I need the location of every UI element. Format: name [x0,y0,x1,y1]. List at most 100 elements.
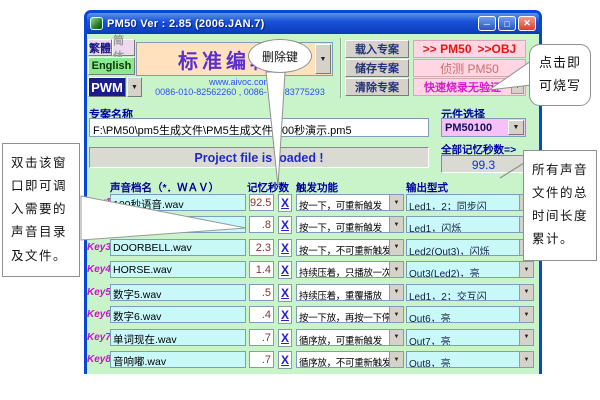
wav-filename-field[interactable]: HORSE.wav [110,261,246,278]
table-row: Key3 DOORBELL.wav 2.3 X 按一下，不可重新触发 ▼ Led… [87,238,539,260]
clear-project-button[interactable]: 清除专案 [345,78,409,96]
chevron-down-icon[interactable]: ▼ [389,195,403,210]
compile-buttons[interactable]: >> PM50 >>OBJ [413,40,526,58]
output-type-value: Led1，闪烁 [407,217,519,232]
memory-seconds-field: 92.5 [249,194,274,211]
output-type-select[interactable]: Led1，2；同步闪 ▼ [406,194,534,211]
output-type-value: Out3(Led2)，亮 [407,262,519,277]
lang-traditional-button[interactable]: 繁體 [88,39,112,56]
chevron-down-icon[interactable]: ▼ [389,240,403,255]
chevron-down-icon[interactable]: ▼ [519,352,533,367]
chevron-down-icon[interactable]: ▼ [519,285,533,300]
trigger-function-select[interactable]: 持续压着，重覆播放 ▼ [296,284,404,301]
delete-key-button[interactable]: X [278,216,292,234]
key-rows: Key1 100秒语音.wav 92.5 X 按一下，可重新触发 ▼ Led1，… [87,193,539,373]
key-label: Key7 [87,332,110,343]
delete-key-button[interactable]: X [278,351,292,369]
key-label: Key8 [87,354,110,365]
output-type-select[interactable]: Led2(Out3)，闪烁 ▼ [406,239,534,256]
minimize-button[interactable]: ─ [478,16,496,31]
detect-pm50-button[interactable]: 侦测 PM50 [413,59,526,77]
table-row: Key2 .8 X 按一下，可重新触发 ▼ Led1，闪烁 ▼ [87,215,539,237]
to-obj-button[interactable]: >>OBJ [478,42,517,56]
chevron-down-icon[interactable]: ▼ [389,307,403,322]
burn-mode-select[interactable]: 快速烧录无验证 ▼ [413,78,526,96]
delete-key-button[interactable]: X [278,261,292,279]
trigger-function-value: 持续压着，只播放一次 [297,262,389,277]
total-seconds-value: 99.3 [441,155,526,173]
app-icon [90,17,103,30]
wav-filename-field[interactable] [110,216,246,233]
memory-seconds-field: .7 [249,329,274,346]
wav-filename-field[interactable]: 数字6.wav [110,306,246,323]
output-type-value: Led1，2；同步闪 [407,195,519,210]
output-type-select[interactable]: Out3(Led2)，亮 ▼ [406,261,534,278]
table-row: Key1 100秒语音.wav 92.5 X 按一下，可重新触发 ▼ Led1，… [87,193,539,215]
wav-filename-field[interactable]: 数字5.wav [110,284,246,301]
chevron-down-icon[interactable]: ▼ [315,44,331,74]
chevron-down-icon[interactable]: ▼ [389,285,403,300]
key-label: Key2 [87,219,110,230]
trigger-function-select[interactable]: 循序放，不可重新触发 ▼ [296,351,404,368]
memory-seconds-field: .8 [249,216,274,233]
output-type-select[interactable]: Out8，亮 ▼ [406,351,534,368]
project-path-field[interactable]: F:\PM50\pm5生成文件\PM5生成文件\100秒演示.pm5 [89,118,429,137]
trigger-function-select[interactable]: 按一下，不可重新触发 ▼ [296,239,404,256]
delete-key-button[interactable]: X [278,239,292,257]
output-type-select[interactable]: Out7，亮 ▼ [406,329,534,346]
chevron-down-icon[interactable]: ▼ [519,262,533,277]
device-value: PM50100 [442,119,508,136]
chevron-down-icon[interactable]: ▼ [389,352,403,367]
wav-filename-field[interactable]: DOORBELL.wav [110,239,246,256]
phone-text: 0086-010-82562260 , 0086-755-83775293 [142,87,338,97]
delete-key-button[interactable]: X [278,329,292,347]
double-click-note-callout: 双击该窗口即可调入需要的声音目录及文件。 [2,143,80,277]
delete-key-button[interactable]: X [278,194,292,212]
delete-key-button[interactable]: X [278,284,292,302]
wav-filename-field[interactable]: 单词现在.wav [110,329,246,346]
trigger-function-value: 循序放，不可重新触发 [297,352,389,367]
device-select[interactable]: PM50100 ▼ [441,118,526,137]
trigger-function-select[interactable]: 按一下放，再按一下停 ▼ [296,306,404,323]
to-pm50-button[interactable]: >> PM50 [423,42,472,56]
pm50-window: PM50 Ver : 2.85 (2006.JAN.7) ─ □ ✕ 繁體 简体… [84,10,542,374]
window-content: 繁體 简体 English PWM ▼ 标准编辑 ▼ www.aivoc.com… [87,34,539,374]
chevron-down-icon[interactable]: ▼ [389,217,403,232]
trigger-function-value: 持续压着，重覆播放 [297,285,389,300]
close-button[interactable]: ✕ [518,16,536,31]
trigger-function-select[interactable]: 循序放，可重新触发 ▼ [296,329,404,346]
memory-seconds-field: .5 [249,284,274,301]
maximize-button[interactable]: □ [498,16,516,31]
chevron-down-icon[interactable]: ▼ [511,80,524,94]
chevron-down-icon[interactable]: ▼ [508,120,524,135]
output-type-select[interactable]: Out6，亮 ▼ [406,306,534,323]
key-label: Key6 [87,309,110,320]
delete-key-button[interactable]: X [278,306,292,324]
chevron-down-icon[interactable]: ▼ [519,307,533,322]
load-project-button[interactable]: 载入专案 [345,40,409,58]
save-project-button[interactable]: 储存专案 [345,59,409,77]
pwm-button[interactable]: PWM [88,77,126,97]
trigger-function-value: 按一下，不可重新触发 [297,240,389,255]
chevron-down-icon[interactable]: ▼ [389,262,403,277]
table-row: Key5 数字5.wav .5 X 持续压着，重覆播放 ▼ Led1，2；交互闪… [87,283,539,305]
trigger-function-value: 循序放，可重新触发 [297,330,389,345]
pwm-dropdown-icon[interactable]: ▼ [127,77,142,97]
chevron-down-icon[interactable]: ▼ [389,330,403,345]
lang-simplified-button[interactable]: 简体 [112,39,135,56]
english-button[interactable]: English [88,57,135,75]
output-type-value: Led1，2；交互闪 [407,285,519,300]
status-message: Project file is loaded ! [89,147,429,168]
trigger-function-select[interactable]: 按一下，可重新触发 ▼ [296,216,404,233]
memory-seconds-field: .7 [249,351,274,368]
wav-filename-field[interactable]: 100秒语音.wav [110,194,246,211]
output-type-select[interactable]: Led1，闪烁 ▼ [406,216,534,233]
output-type-value: Led2(Out3)，闪烁 [407,240,519,255]
trigger-function-select[interactable]: 持续压着，只播放一次 ▼ [296,261,404,278]
trigger-function-value: 按一下放，再按一下停 [297,307,389,322]
chevron-down-icon[interactable]: ▼ [519,330,533,345]
output-type-select[interactable]: Led1，2；交互闪 ▼ [406,284,534,301]
table-row: Key7 单词现在.wav .7 X 循序放，可重新触发 ▼ Out7，亮 ▼ [87,328,539,350]
trigger-function-select[interactable]: 按一下，可重新触发 ▼ [296,194,404,211]
wav-filename-field[interactable]: 音响嘟.wav [110,351,246,368]
